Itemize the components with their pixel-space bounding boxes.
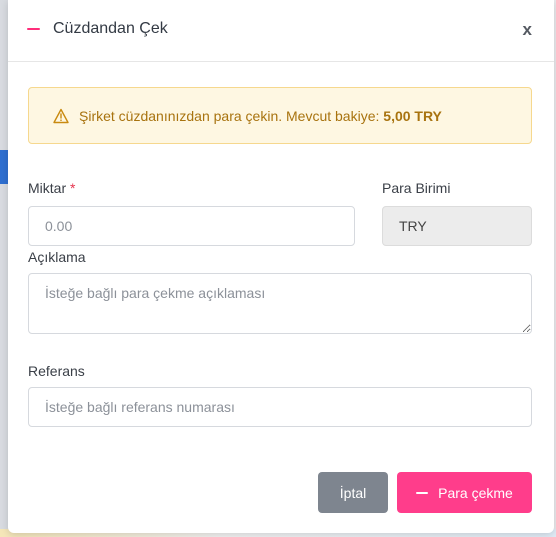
amount-input[interactable] [28,206,355,246]
reference-label: Referans [28,363,85,379]
amount-label: Miktar * [28,180,75,196]
cancel-button[interactable]: İptal [318,472,388,513]
currency-label: Para Birimi [382,180,451,196]
withdraw-button-label: Para çekme [438,484,513,501]
reference-input[interactable] [28,387,532,427]
required-mark: * [70,180,76,196]
withdraw-modal: Cüzdandan Çek x Şirket cüzdanınızdan par… [8,0,554,533]
minus-icon [416,491,429,494]
balance-alert: Şirket cüzdanınızdan para çekin. Mevcut … [28,87,532,144]
close-button[interactable]: x [523,20,532,40]
alert-message: Şirket cüzdanınızdan para çekin. Mevcut … [79,107,384,124]
background-nav-highlight [0,150,8,184]
background-page [0,0,8,537]
balance-amount: 5,00 TRY [383,107,442,124]
modal-title: Cüzdandan Çek [53,20,168,37]
modal-header: Cüzdandan Çek x [8,0,554,62]
alert-text: Şirket cüzdanınızdan para çekin. Mevcut … [79,108,442,124]
withdraw-button[interactable]: Para çekme [397,472,532,513]
amount-label-text: Miktar [28,180,67,196]
description-textarea[interactable] [28,273,532,334]
minus-icon [27,20,41,38]
currency-field [382,206,532,246]
warning-icon [53,108,69,123]
description-label: Açıklama [28,249,86,265]
